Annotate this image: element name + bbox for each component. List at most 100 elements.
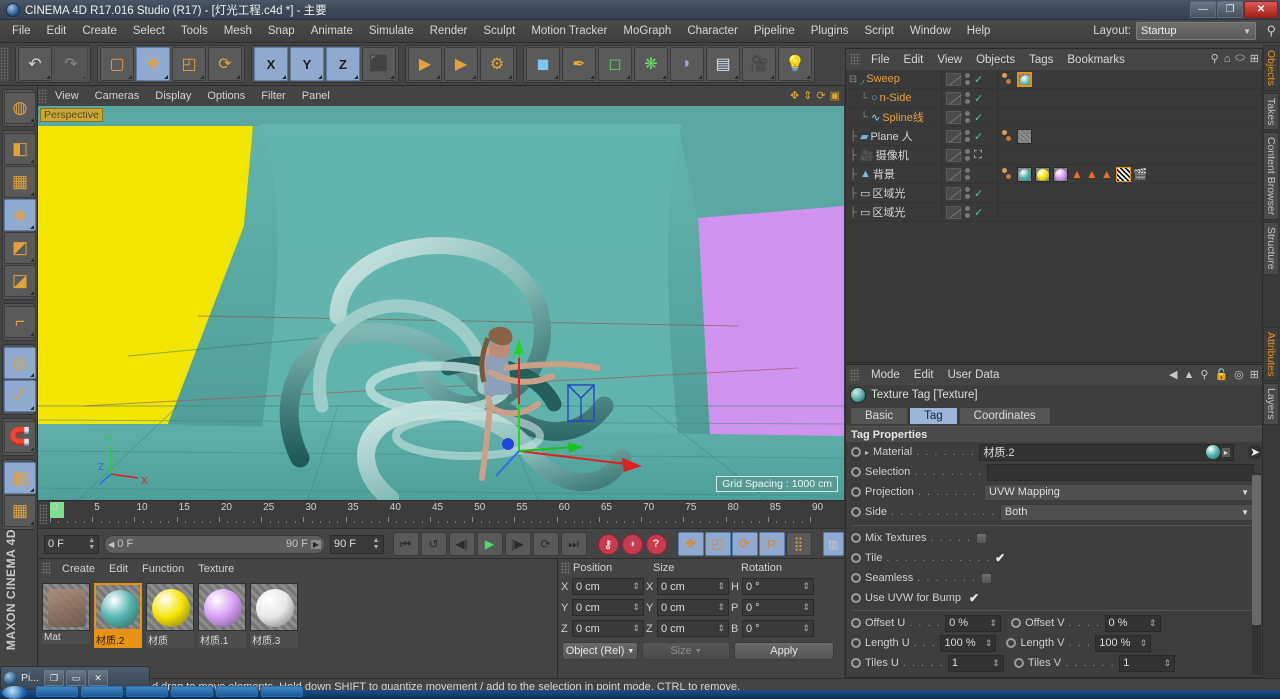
model-mode-button[interactable]: ◧	[4, 133, 36, 165]
visible-in-editor-dot[interactable]	[965, 206, 970, 211]
vertical-tab-layers[interactable]: Layers	[1263, 383, 1279, 425]
om-menu-objects[interactable]: Objects	[969, 53, 1022, 67]
object-visibility-cell[interactable]	[941, 164, 997, 184]
loop-button[interactable]: ⟳	[532, 532, 559, 556]
lock-y-button[interactable]: Y	[290, 47, 324, 81]
vertical-tab-attributes[interactable]: Attributes	[1263, 326, 1279, 382]
lock-x-button[interactable]: X	[254, 47, 288, 81]
search-icon[interactable]: ⚲	[1266, 23, 1276, 39]
taskbar-item[interactable]	[261, 686, 303, 697]
vertical-tab-structure[interactable]: Structure	[1263, 222, 1279, 275]
texture-mode-button[interactable]: ▦	[4, 166, 36, 198]
object-name-cell[interactable]: ├ 🎥 摄像机	[846, 147, 941, 163]
spinner-icon[interactable]: ⇕	[1164, 658, 1172, 667]
world-object-coord-button[interactable]: ⬛	[362, 47, 396, 81]
material-menu-texture[interactable]: Texture	[191, 562, 241, 576]
home-icon[interactable]: ⌂	[1224, 53, 1231, 65]
tree-line-icon[interactable]: └	[859, 112, 869, 123]
parameter-radio[interactable]	[851, 467, 861, 477]
go-to-start-button[interactable]: ⏮	[392, 532, 419, 556]
viewport-menu-filter[interactable]: Filter	[253, 89, 293, 103]
object-row[interactable]: └ ∿ Spline线 ✓	[846, 107, 1262, 127]
taskbar-item[interactable]	[171, 686, 213, 697]
spinner-icon[interactable]: ⇕	[632, 603, 640, 612]
object-tags-cell[interactable]	[997, 145, 1262, 165]
menu-item-script[interactable]: Script	[856, 23, 901, 39]
visible-in-render-dot[interactable]	[965, 194, 970, 199]
texture-tag[interactable]	[1053, 166, 1068, 182]
attribute-selection-input[interactable]	[986, 463, 1254, 481]
object-name-cell[interactable]: ├ ▭ 区域光	[846, 204, 941, 220]
record-rotation-button[interactable]: ⟳	[731, 532, 758, 556]
menu-item-help[interactable]: Help	[959, 23, 999, 39]
uv-field[interactable]: 100 % ⇕	[940, 634, 997, 652]
new-layer-icon[interactable]: ⊞	[1250, 52, 1259, 65]
parameter-radio[interactable]	[851, 487, 861, 497]
om-menu-view[interactable]: View	[930, 53, 969, 67]
object-row[interactable]: ├ ▭ 区域光 ✓	[846, 183, 1262, 203]
object-visibility-cell[interactable]: ✓	[941, 126, 997, 146]
vertical-tab-objects[interactable]: Objects	[1263, 45, 1279, 91]
record-scale-button[interactable]: ◰	[704, 532, 731, 556]
enabled-check-icon[interactable]: ✓	[974, 73, 983, 86]
object-visibility-cell[interactable]: ✓	[941, 107, 997, 127]
material-arrow-icon[interactable]: ▸	[1221, 447, 1230, 457]
points-mode-button[interactable]: ◈	[4, 199, 36, 231]
parameter-radio[interactable]	[851, 553, 861, 563]
visible-in-render-dot[interactable]	[965, 99, 970, 104]
object-row[interactable]: ├ ▲ 背景 ▲ ▲ ▲ 🎬	[846, 164, 1262, 184]
make-editable-button[interactable]: ◍	[4, 92, 36, 124]
object-visibility-cell[interactable]: ✓	[941, 88, 997, 108]
visibility-dots[interactable]	[965, 130, 970, 142]
object-name-cell[interactable]: ├ ▭ 区域光	[846, 185, 941, 201]
spinner-icon[interactable]: ⇕	[632, 582, 640, 591]
visibility-dots[interactable]	[965, 73, 970, 85]
om-menu-bookmarks[interactable]: Bookmarks	[1060, 53, 1132, 67]
texture-tag[interactable]	[1035, 166, 1050, 182]
material-menu-function[interactable]: Function	[135, 562, 191, 576]
material-gripper[interactable]	[42, 562, 51, 575]
apply-button[interactable]: Apply	[734, 642, 834, 660]
uv-tag[interactable]	[1017, 128, 1032, 144]
size-field[interactable]: 0 cm ⇕	[657, 599, 729, 616]
viewport-view-label[interactable]: Perspective	[40, 108, 103, 122]
timeline-button[interactable]: ▥	[822, 532, 844, 556]
object-visibility-cell[interactable]: ✓	[941, 69, 997, 89]
move-camera-icon[interactable]: ✥	[790, 89, 799, 102]
tree-line-icon[interactable]: ⊟	[848, 74, 858, 85]
uv-field[interactable]: 100 % ⇕	[1095, 634, 1152, 652]
spinner-icon[interactable]: ▲ ▼	[373, 537, 380, 551]
tree-line-icon[interactable]: ├	[848, 169, 858, 180]
spinner-icon[interactable]: ⇕	[992, 658, 1000, 667]
parameter-radio[interactable]	[1011, 618, 1022, 628]
menu-item-mograph[interactable]: MoGraph	[615, 23, 679, 39]
object-name-cell[interactable]: ⊟ ◞ Sweep	[846, 73, 941, 86]
right-arrow-icon[interactable]: ▶	[310, 539, 321, 549]
add-cube-button[interactable]: ◼	[526, 47, 560, 81]
visible-in-render-dot[interactable]	[965, 118, 970, 123]
display-mode-icon[interactable]	[946, 148, 961, 162]
menu-item-sculpt[interactable]: Sculpt	[475, 23, 523, 39]
taskbar-item[interactable]	[36, 686, 78, 697]
play-button[interactable]: ▶	[476, 532, 503, 556]
visibility-dots[interactable]	[965, 206, 970, 218]
texture-tag[interactable]	[1017, 71, 1032, 87]
add-array-button[interactable]: ❋	[634, 47, 668, 81]
visible-in-render-dot[interactable]	[965, 80, 970, 85]
spinner-icon[interactable]: ⇕	[717, 603, 725, 612]
om-menu-edit[interactable]: Edit	[897, 53, 931, 67]
scale-camera-icon[interactable]: ⇕	[803, 89, 812, 102]
record-active-objects-button[interactable]: ⚷	[597, 533, 619, 555]
axis-modify-button[interactable]: ⌐	[4, 306, 36, 338]
tree-line-icon[interactable]: └	[859, 93, 869, 104]
keyframe-selection-button[interactable]: ?	[645, 533, 667, 555]
object-row[interactable]: ├ 🎥 摄像机 ⛶	[846, 145, 1262, 165]
visible-in-editor-dot[interactable]	[965, 149, 970, 154]
coord-mode-dropdown[interactable]: Object (Rel) ▼	[562, 642, 638, 660]
minimize-button[interactable]: —	[1190, 1, 1216, 18]
redo-button[interactable]: ↷	[54, 47, 88, 81]
scale-tool[interactable]: ◰	[172, 47, 206, 81]
object-tags-cell[interactable]	[997, 202, 1262, 222]
visible-in-editor-dot[interactable]	[965, 168, 970, 173]
spinner-icon[interactable]: ⇕	[802, 582, 810, 591]
